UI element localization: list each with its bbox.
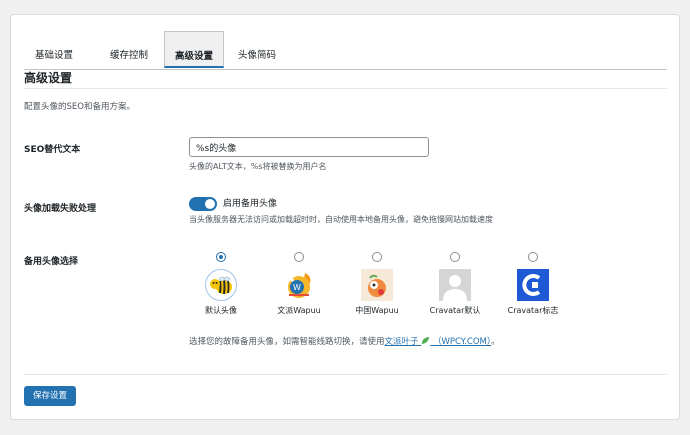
- save-button[interactable]: 保存设置: [24, 386, 77, 406]
- leaf-icon: [422, 336, 430, 345]
- tab-advanced[interactable]: 高级设置: [164, 31, 224, 68]
- tab-cache[interactable]: 缓存控制: [94, 31, 164, 68]
- fallback-toggle-label: 启用备用头像: [223, 199, 278, 209]
- seo-alt-input[interactable]: [189, 137, 429, 157]
- bee-avatar-icon: [205, 269, 237, 301]
- svg-text:W: W: [293, 283, 301, 292]
- fallback-hint: 当头像服务器无法访问或加载超时时，自动使用本地备用头像，避免拖慢网站加载速度: [189, 215, 493, 224]
- cravatar-logo-icon: [517, 269, 549, 301]
- tab-basic[interactable]: 基础设置: [24, 31, 84, 68]
- wapuu-avatar-icon: W: [288, 273, 311, 298]
- fallback-toggle[interactable]: [189, 197, 217, 211]
- backup-option-label: 文派Wapuu: [277, 306, 321, 315]
- wpcy-link-suffix: （WPCY.COM）: [432, 337, 492, 347]
- backup-option-label: 默认头像: [205, 306, 237, 315]
- backup-option-label: Cravatar标志: [507, 306, 559, 315]
- backup-note: 选择您的故障备用头像，如需智能线路切换，请使用文派叶子 （WPCY.COM）。: [189, 335, 500, 347]
- backup-note-end: 。: [491, 337, 500, 347]
- backup-radio-default[interactable]: [216, 252, 226, 262]
- tab-bar: 基础设置 缓存控制 高级设置 头像简码: [24, 31, 667, 70]
- section-title: 高级设置: [24, 71, 73, 85]
- backup-option-label: 中国Wapuu: [355, 306, 399, 315]
- backup-radio-cravatar-default[interactable]: [450, 252, 460, 262]
- wpcy-link[interactable]: 文派叶子 （WPCY.COM）: [384, 336, 492, 347]
- china-wapuu-avatar-icon: [361, 269, 393, 301]
- seo-hint: 头像的ALT文本，%s将被替换为用户名: [189, 162, 327, 171]
- toggle-knob: [205, 199, 215, 209]
- backup-note-text: 选择您的故障备用头像，如需智能线路切换，请使用: [189, 337, 385, 347]
- backup-radio-cravatar-logo[interactable]: [528, 252, 538, 262]
- wpcy-link-text: 文派叶子: [384, 337, 419, 347]
- backup-label: 备用头像选择: [24, 257, 79, 267]
- settings-panel: 基础设置 缓存控制 高级设置 头像简码 高级设置 配置头像的SEO和备用方案。 …: [10, 14, 680, 420]
- divider: [24, 374, 667, 375]
- section-description: 配置头像的SEO和备用方案。: [24, 102, 135, 112]
- fallback-label: 头像加载失败处理: [24, 204, 97, 214]
- backup-radio-china-wapuu[interactable]: [372, 252, 382, 262]
- tab-shortcode[interactable]: 头像简码: [227, 31, 287, 68]
- divider: [24, 88, 667, 89]
- backup-radio-wapuu[interactable]: [294, 252, 304, 262]
- default-person-avatar-icon: [439, 269, 471, 301]
- seo-label: SEO替代文本: [24, 145, 81, 155]
- backup-option-label: Cravatar默认: [429, 306, 481, 315]
